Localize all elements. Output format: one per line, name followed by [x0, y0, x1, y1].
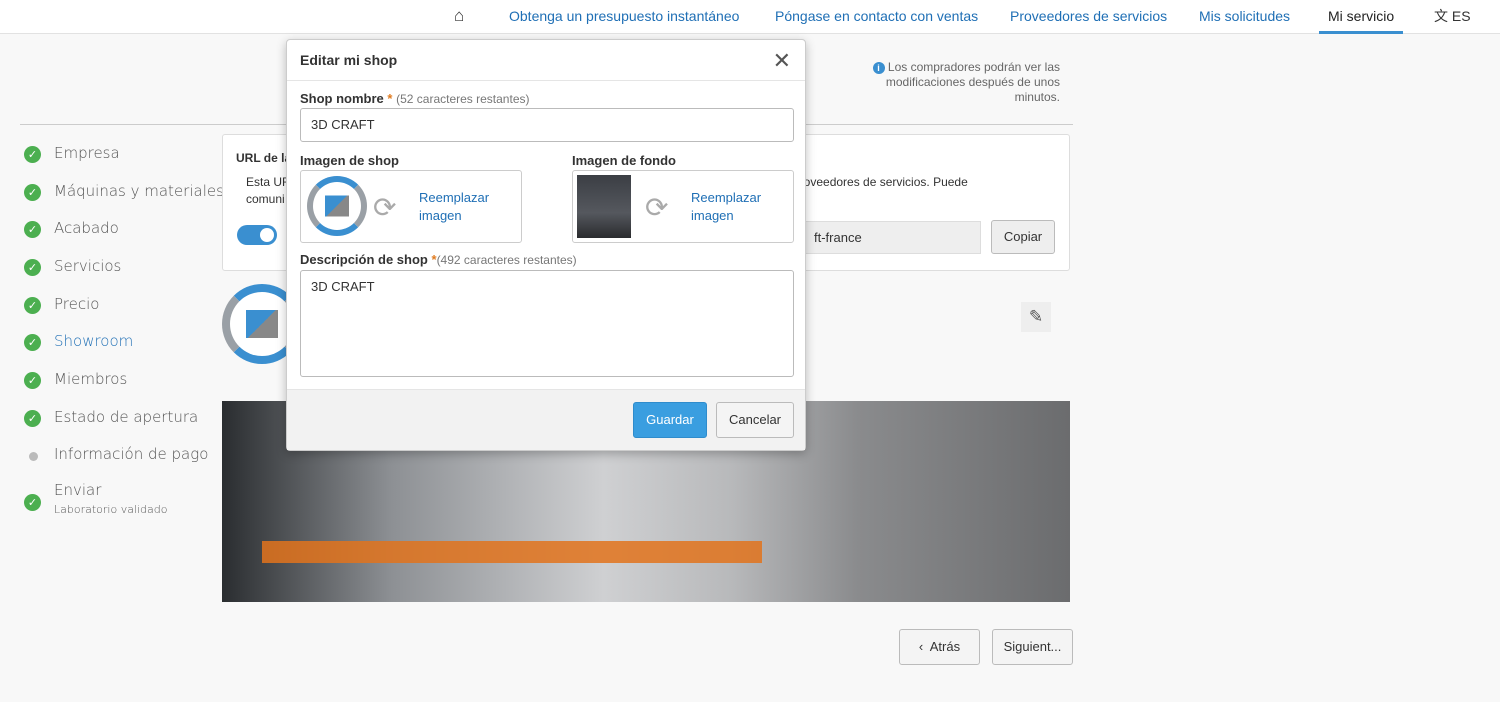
pending-dot-icon [29, 452, 38, 461]
info-icon: i [872, 62, 885, 74]
info-note: i Los compradores podrán ver las modific… [860, 60, 1060, 105]
language-selector[interactable]: 文 ES [1434, 0, 1471, 34]
edit-shop-modal: Editar mi shop ✕ Shop nombre * (52 carac… [286, 39, 806, 451]
check-icon: ✓ [24, 410, 41, 427]
replace-bg-image-link[interactable]: Reemplazar imagen [691, 189, 781, 225]
nav-service-providers[interactable]: Proveedores de servicios [1010, 0, 1167, 34]
bg-image-thumb [577, 175, 631, 238]
close-icon[interactable]: ✕ [773, 48, 791, 74]
home-icon[interactable]: ⌂ [454, 0, 464, 34]
top-nav: ⌂ Obtenga un presupuesto instantáneo Pón… [0, 0, 1500, 34]
nav-my-requests[interactable]: Mis solicitudes [1199, 0, 1290, 34]
bg-image-box: ⟳ Reemplazar imagen [572, 170, 794, 243]
replace-shop-image-link[interactable]: Reemplazar imagen [419, 189, 509, 225]
cancel-button[interactable]: Cancelar [716, 402, 794, 438]
check-icon: ✓ [24, 372, 41, 389]
edit-pencil-icon[interactable]: ✎ [1021, 302, 1051, 332]
description-textarea[interactable]: 3D CRAFT [300, 270, 794, 377]
nav-instant-quote[interactable]: Obtenga un presupuesto instantáneo [509, 0, 739, 34]
check-icon: ✓ [24, 146, 41, 163]
shop-name-label: Shop nombre * (52 caracteres restantes) [300, 91, 530, 106]
next-button[interactable]: Siguient... [992, 629, 1073, 665]
description-label: Descripción de shop *(492 caracteres res… [300, 252, 577, 267]
copy-button[interactable]: Copiar [991, 220, 1055, 254]
back-button[interactable]: ‹ Atrás [899, 629, 980, 665]
url-card-text-right: proveedores de servicios. Puede [793, 175, 968, 189]
nav-contact-sales[interactable]: Póngase en contacto con ventas [775, 0, 978, 34]
refresh-icon: ⟳ [645, 192, 669, 223]
modal-title: Editar mi shop [287, 40, 805, 81]
check-icon: ✓ [24, 297, 41, 314]
url-card-title: URL de la [236, 151, 292, 165]
public-url-toggle[interactable] [237, 225, 277, 245]
translate-icon: 文 [1434, 8, 1448, 24]
save-button[interactable]: Guardar [633, 402, 707, 438]
check-icon: ✓ [24, 259, 41, 276]
shop-url-field[interactable]: ft-france [783, 221, 981, 254]
chevron-left-icon: ‹ [918, 639, 924, 654]
modal-footer: Guardar Cancelar [287, 389, 805, 450]
shop-image-thumb [307, 176, 367, 236]
nav-my-service[interactable]: Mi servicio [1319, 0, 1404, 34]
url-card-text-2: comuni [246, 192, 285, 206]
check-icon: ✓ [24, 184, 41, 201]
shop-image-label: Imagen de shop [300, 153, 399, 168]
refresh-icon: ⟳ [373, 192, 397, 223]
check-icon: ✓ [24, 494, 41, 511]
shop-image-box: ⟳ Reemplazar imagen [300, 170, 522, 243]
url-card-text: Esta UR [246, 175, 291, 189]
shop-name-input[interactable]: 3D CRAFT [300, 108, 794, 142]
check-icon: ✓ [24, 221, 41, 238]
bg-image-label: Imagen de fondo [572, 153, 676, 168]
check-icon: ✓ [24, 334, 41, 351]
